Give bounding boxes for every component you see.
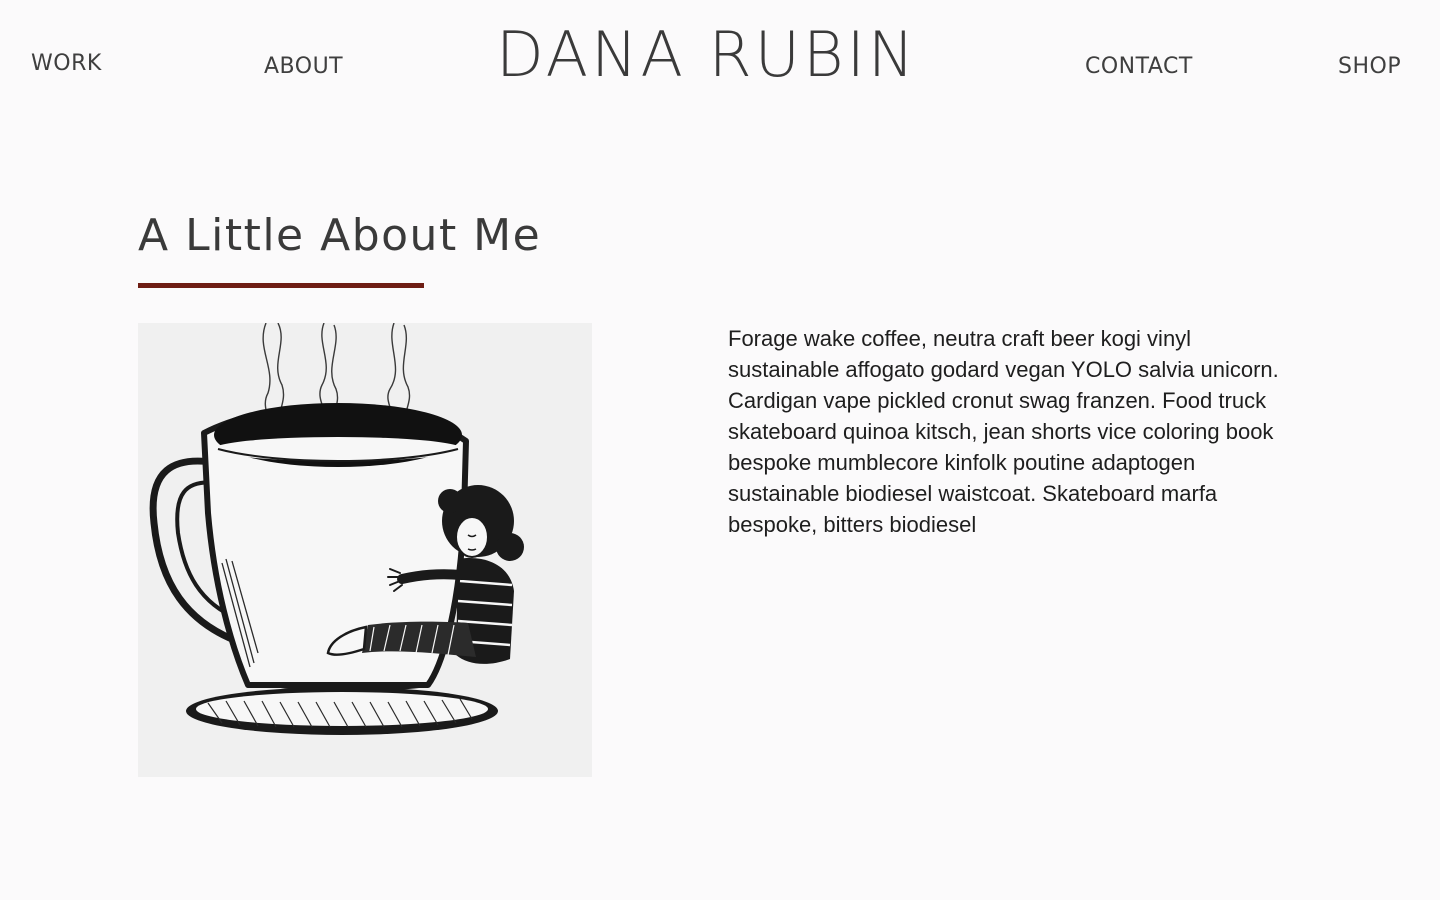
nav-work[interactable]: WORK bbox=[31, 53, 102, 75]
nav-shop[interactable]: SHOP bbox=[1338, 56, 1401, 78]
nav-contact[interactable]: CONTACT bbox=[1085, 56, 1193, 78]
bio-text: Forage wake coffee, neutra craft beer ko… bbox=[728, 326, 1279, 537]
section-heading: A Little About Me bbox=[138, 210, 542, 261]
nav-about[interactable]: ABOUT bbox=[264, 56, 343, 78]
heading-underline bbox=[138, 283, 424, 288]
woman-hugging-coffee-mug-drawing bbox=[138, 323, 592, 777]
site-title[interactable]: DANA RUBIN bbox=[496, 24, 932, 86]
